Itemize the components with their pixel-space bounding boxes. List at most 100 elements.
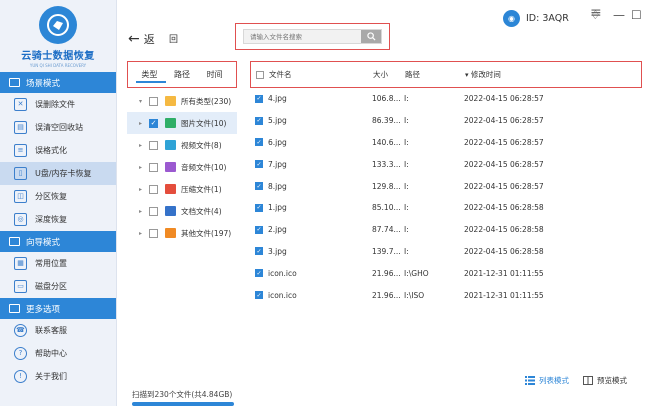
sidebar-item-help-center[interactable]: ? 帮助中心 bbox=[0, 342, 116, 365]
file-size: 139.7... bbox=[372, 246, 401, 256]
top-bar: ← 返 回 ◉ ID: 3AQR ♢ ≡ — ☐ ✕ bbox=[117, 0, 650, 55]
menu-list-icon: ≡ bbox=[590, 5, 602, 21]
user-id: ID: 3AQR bbox=[526, 13, 569, 24]
column-header-path[interactable]: 路径 bbox=[405, 69, 465, 80]
table-row[interactable]: ✓ icon.ico 21.96... I:\GHO 2021-12-31 01:11:… bbox=[250, 262, 642, 284]
user-info[interactable]: ◉ ID: 3AQR bbox=[503, 10, 569, 27]
category-checkbox[interactable] bbox=[149, 96, 158, 106]
back-button[interactable]: ← 返 bbox=[128, 31, 155, 47]
category-item[interactable]: ▸ 其他文件(197) bbox=[127, 222, 237, 244]
section-title: 更多选项 bbox=[26, 304, 61, 315]
app-title: 云骑士数据恢复 bbox=[21, 51, 95, 62]
expand-icon[interactable]: ▸ bbox=[139, 142, 149, 149]
category-item[interactable]: ▾ 所有类型(230) bbox=[127, 90, 237, 112]
category-checkbox[interactable]: ✓ bbox=[149, 118, 158, 128]
search-input[interactable] bbox=[244, 30, 361, 43]
back-label: 返 bbox=[143, 33, 155, 46]
file-date: 2022-04-15 06:28:57 bbox=[464, 159, 544, 169]
row-checkbox[interactable]: ✓ bbox=[255, 160, 263, 169]
sidebar-item-format[interactable]: ≡ 误格式化 bbox=[0, 139, 116, 162]
select-all-checkbox[interactable] bbox=[256, 70, 264, 79]
category-item[interactable]: ▸ 音频文件(10) bbox=[127, 156, 237, 178]
category-checkbox[interactable] bbox=[149, 228, 158, 238]
row-checkbox[interactable]: ✓ bbox=[255, 138, 263, 147]
maximize-button[interactable]: ☐ bbox=[631, 8, 642, 22]
column-header-date[interactable]: ▾ 修改时间 bbox=[465, 69, 641, 80]
row-checkbox[interactable]: ✓ bbox=[255, 291, 263, 300]
sidebar-item-partition-recovery[interactable]: ◫ 分区恢复 bbox=[0, 185, 116, 208]
table-row[interactable]: ✓ 1.jpg 85.10... I: 2022-04-15 06:28:58 bbox=[250, 197, 642, 219]
table-row[interactable]: ✓ 7.jpg 133.3... I: 2022-04-15 06:28:57 bbox=[250, 153, 642, 175]
table-row[interactable]: ✓ 2.jpg 87.74... I: 2022-04-15 06:28:58 bbox=[250, 219, 642, 241]
sidebar-item-label: 深度恢复 bbox=[35, 215, 67, 224]
row-checkbox[interactable]: ✓ bbox=[255, 182, 263, 191]
sidebar-item-label: 磁盘分区 bbox=[35, 282, 67, 291]
app-subtitle: YUN QI SHI DATA RECOVERY bbox=[29, 63, 87, 68]
info-icon: ! bbox=[14, 370, 27, 383]
expand-icon[interactable]: ▸ bbox=[139, 208, 149, 215]
table-row[interactable]: ✓ 3.jpg 139.7... I: 2022-04-15 06:28:58 bbox=[250, 241, 642, 263]
category-item[interactable]: ▸ ✓ 图片文件(10) bbox=[127, 112, 237, 134]
category-checkbox[interactable] bbox=[149, 206, 158, 216]
category-item[interactable]: ▸ 压缩文件(1) bbox=[127, 178, 237, 200]
category-checkbox[interactable] bbox=[149, 140, 158, 150]
tab-time[interactable]: 时间 bbox=[198, 69, 231, 80]
column-header-name[interactable]: 文件名 bbox=[269, 69, 373, 80]
expand-icon[interactable]: ▸ bbox=[139, 186, 149, 193]
table-row[interactable]: ✓ 6.jpg 140.6... I: 2022-04-15 06:28:57 bbox=[250, 132, 642, 154]
sidebar-item-label: 帮助中心 bbox=[35, 349, 67, 358]
category-tabs: 类型 路径 时间 bbox=[127, 61, 237, 88]
file-name: 3.jpg bbox=[268, 246, 287, 256]
sidebar-item-disk-partitions[interactable]: ▭ 磁盘分区 bbox=[0, 275, 116, 298]
scan-status: 扫描到230个文件(共4.84GB) bbox=[132, 390, 233, 399]
sidebar-item-recycle-bin[interactable]: ▤ 误清空回收站 bbox=[0, 116, 116, 139]
row-checkbox[interactable]: ✓ bbox=[255, 247, 263, 256]
expand-icon[interactable]: ▸ bbox=[139, 120, 149, 127]
file-path: I: bbox=[404, 159, 409, 169]
column-header-size[interactable]: 大小 bbox=[373, 69, 405, 80]
section-title: 场景模式 bbox=[26, 78, 61, 89]
file-table-header: 文件名 大小 路径 ▾ 修改时间 bbox=[250, 61, 642, 88]
table-row[interactable]: ✓ 4.jpg 106.8... I: 2022-04-15 06:28:57 bbox=[250, 88, 642, 110]
sidebar-item-common-locations[interactable]: ▦ 常用位置 bbox=[0, 252, 116, 275]
row-checkbox[interactable]: ✓ bbox=[255, 269, 263, 278]
category-label: 图片文件(10) bbox=[181, 118, 227, 128]
sidebar-item-deleted-files[interactable]: ✕ 误删除文件 bbox=[0, 93, 116, 116]
row-checkbox[interactable]: ✓ bbox=[255, 203, 263, 212]
sidebar-item-about-us[interactable]: ! 关于我们 bbox=[0, 365, 116, 388]
preview-view-button[interactable]: 预览模式 bbox=[583, 375, 627, 386]
section-scene-mode: 场景模式 bbox=[0, 72, 116, 93]
category-checkbox[interactable] bbox=[149, 184, 158, 194]
search-icon bbox=[366, 32, 376, 41]
wizard-mode-icon bbox=[9, 237, 20, 246]
sidebar-item-label: 误清空回收站 bbox=[35, 123, 83, 132]
category-item[interactable]: ▸ 文档文件(4) bbox=[127, 200, 237, 222]
row-checkbox[interactable]: ✓ bbox=[255, 225, 263, 234]
sidebar-item-contact-support[interactable]: ☎ 联系客服 bbox=[0, 319, 116, 342]
tab-path[interactable]: 路径 bbox=[166, 69, 199, 80]
file-path: I: bbox=[404, 203, 409, 213]
sidebar: 云骑士数据恢复 YUN QI SHI DATA RECOVERY 场景模式 ✕ … bbox=[0, 0, 117, 406]
search-button[interactable] bbox=[361, 30, 381, 43]
list-view-button[interactable]: 列表模式 bbox=[525, 375, 569, 386]
table-row[interactable]: ✓ 8.jpg 129.8... I: 2022-04-15 06:28:57 bbox=[250, 175, 642, 197]
category-checkbox[interactable] bbox=[149, 162, 158, 172]
row-checkbox[interactable]: ✓ bbox=[255, 116, 263, 125]
sidebar-item-deep-recovery[interactable]: ◎ 深度恢复 bbox=[0, 208, 116, 231]
tab-type[interactable]: 类型 bbox=[133, 69, 166, 80]
category-file-icon bbox=[165, 96, 176, 106]
expand-icon[interactable]: ▾ bbox=[139, 98, 149, 105]
expand-icon[interactable]: ▸ bbox=[139, 230, 149, 237]
more-options-icon bbox=[9, 304, 20, 313]
table-row[interactable]: ✓ 5.jpg 86.39... I: 2022-04-15 06:28:57 bbox=[250, 110, 642, 132]
sidebar-item-usb-recovery[interactable]: ▯ U盘/内存卡恢复 bbox=[0, 162, 116, 185]
file-size: 129.8... bbox=[372, 181, 401, 191]
category-item[interactable]: ▸ 视频文件(8) bbox=[127, 134, 237, 156]
expand-icon[interactable]: ▸ bbox=[139, 164, 149, 171]
return-button[interactable]: 回 bbox=[169, 32, 178, 45]
row-checkbox[interactable]: ✓ bbox=[255, 94, 263, 103]
file-name: 1.jpg bbox=[268, 203, 287, 213]
minimize-button[interactable]: — bbox=[613, 8, 625, 22]
category-label: 文档文件(4) bbox=[181, 206, 222, 216]
table-row[interactable]: ✓ icon.ico 21.96... I:\ISO 2021-12-31 01:11:… bbox=[250, 284, 642, 306]
